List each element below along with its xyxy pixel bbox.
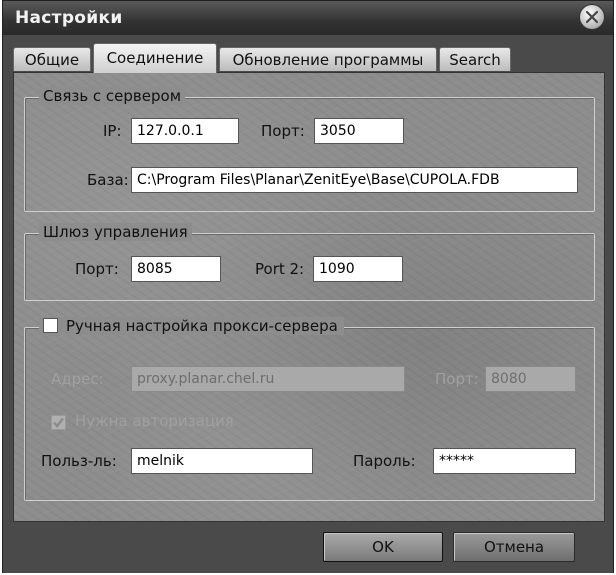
proxy-port-input[interactable] [485, 366, 576, 392]
connection-panel: Связь с сервером IP: Порт: База: Шлюз уп… [13, 72, 605, 522]
server-group-legend: Связь с сервером [39, 87, 186, 105]
proxy-address-label: Адрес: [51, 370, 104, 388]
password-label: Пароль: [353, 452, 416, 470]
auth-required-checkbox[interactable] [51, 415, 66, 430]
close-button[interactable] [579, 4, 605, 30]
password-input[interactable] [433, 448, 576, 474]
checkmark-icon [53, 417, 64, 428]
gateway-group-legend: Шлюз управления [39, 223, 192, 241]
user-label: Польз-ль: [41, 452, 117, 470]
manual-proxy-checkbox[interactable] [43, 318, 58, 333]
gateway-port2-input[interactable] [313, 256, 403, 282]
window-title: Настройки [15, 8, 123, 28]
tab-program-update[interactable]: Обновление программы [219, 47, 437, 71]
gateway-port-label: Порт: [75, 260, 119, 278]
database-label: База: [87, 171, 129, 189]
tab-connection[interactable]: Соединение [93, 43, 217, 73]
server-port-label: Порт: [261, 122, 305, 140]
button-bar: OK Отмена [3, 524, 613, 573]
tab-general[interactable]: Общие [13, 47, 91, 71]
ip-input[interactable] [131, 118, 239, 144]
title-bar[interactable]: Настройки [3, 1, 613, 35]
server-group: Связь с сервером IP: Порт: База: [24, 87, 595, 212]
gateway-port-input[interactable] [131, 256, 221, 282]
gateway-group: Шлюз управления Порт: Port 2: [24, 223, 595, 301]
close-icon [585, 10, 599, 24]
database-path-input[interactable] [131, 167, 578, 193]
tab-search[interactable]: Search [439, 47, 511, 71]
cancel-button[interactable]: Отмена [453, 532, 575, 562]
ok-button[interactable]: OK [323, 532, 443, 562]
proxy-address-input[interactable] [131, 366, 405, 392]
user-input[interactable] [131, 448, 313, 474]
manual-proxy-label: Ручная настройка прокси-сервера [66, 317, 338, 335]
proxy-port-label: Порт: [435, 370, 479, 388]
gateway-port2-label: Port 2: [255, 260, 305, 278]
auth-required-label: Нужна авторизация [75, 412, 234, 430]
ip-label: IP: [103, 122, 122, 140]
settings-window: Настройки Общие Соединение Обновление пр… [2, 0, 614, 573]
proxy-group-legend: Ручная настройка прокси-сервера [39, 317, 344, 335]
proxy-group: Ручная настройка прокси-сервера Адрес: П… [24, 317, 595, 501]
server-port-input[interactable] [314, 118, 404, 144]
